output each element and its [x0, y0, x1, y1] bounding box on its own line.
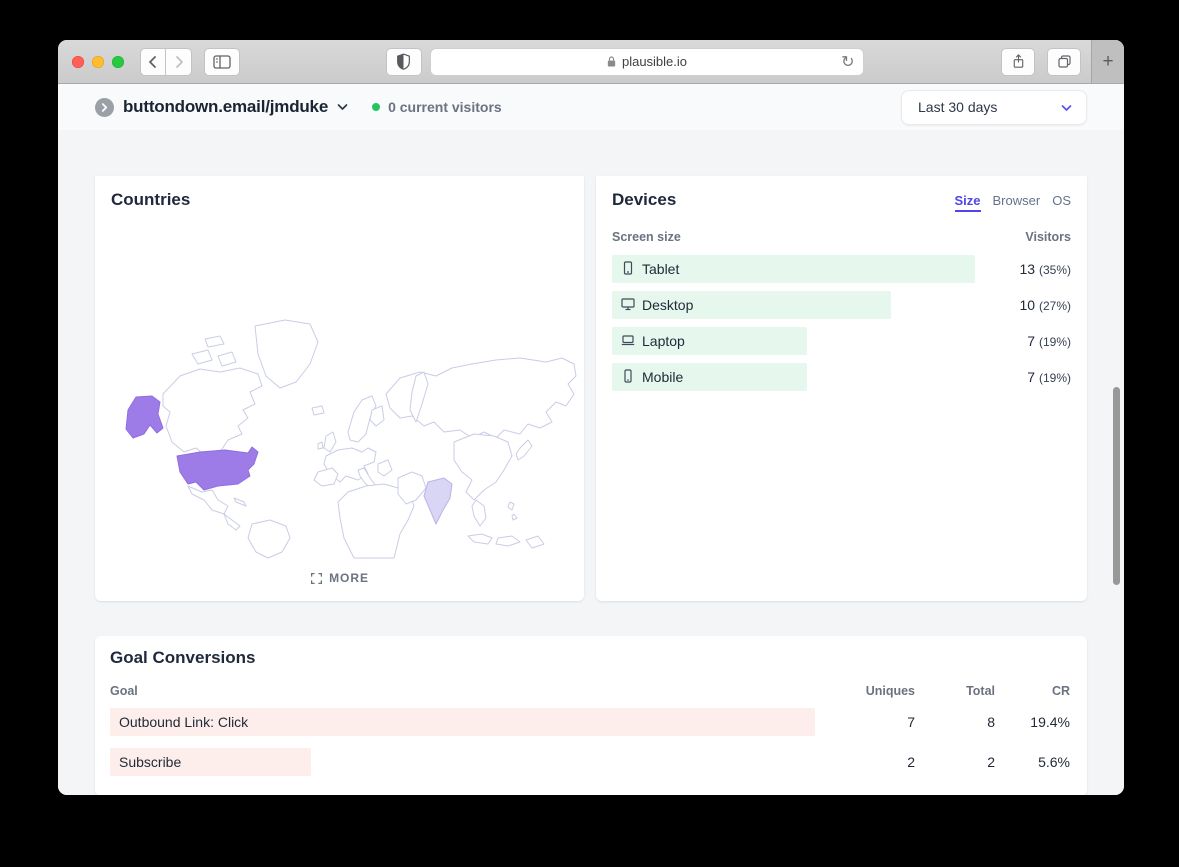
world-map-svg	[100, 314, 578, 559]
new-tab-button[interactable]: +	[1091, 40, 1124, 83]
reload-icon[interactable]: ↻	[841, 50, 854, 76]
devices-column-headers: Screen size Visitors	[612, 230, 1071, 244]
device-visitors-value: 13 (35%)	[975, 261, 1071, 277]
devices-tab-os[interactable]: OS	[1052, 193, 1071, 212]
device-label: Desktop	[642, 297, 693, 313]
goal-label: Subscribe	[119, 754, 181, 770]
goal-conversions-panel: Goal Conversions Goal Uniques Total CR O…	[95, 636, 1087, 795]
goal-total-value: 2	[915, 754, 995, 770]
goal-cr-value: 19.4%	[995, 714, 1070, 730]
site-name[interactable]: buttondown.email/jmduke	[123, 97, 328, 117]
chevron-down-icon	[1061, 99, 1072, 115]
device-row-laptop[interactable]: Laptop 7 (19%)	[612, 327, 1071, 355]
devices-tab-browser[interactable]: Browser	[993, 193, 1041, 212]
screen-size-column-label: Screen size	[612, 230, 681, 244]
total-column-label: Total	[915, 684, 995, 698]
date-range-picker[interactable]: Last 30 days	[901, 90, 1087, 125]
live-visitors-dot	[372, 103, 380, 111]
chevron-right-icon	[172, 55, 186, 69]
screenshot-stage: plausible.io ↻ +	[0, 0, 1179, 867]
goals-list: Outbound Link: Click7819.4%Subscribe225.…	[110, 708, 1070, 776]
goals-column-headers: Goal Uniques Total CR	[110, 684, 1070, 698]
device-row-tablet[interactable]: Tablet 13 (35%)	[612, 255, 1071, 283]
expand-icon	[310, 572, 323, 585]
countries-title: Countries	[111, 190, 568, 210]
current-visitors-label[interactable]: 0 current visitors	[388, 99, 502, 115]
site-switcher-chevron-icon[interactable]	[337, 98, 348, 116]
device-visitors-value: 10 (27%)	[975, 297, 1071, 313]
devices-tab-size[interactable]: Size	[955, 193, 981, 212]
goal-row-subscribe[interactable]: Subscribe225.6%	[110, 748, 1070, 776]
uniques-column-label: Uniques	[815, 684, 915, 698]
sidebar-icon	[213, 55, 231, 69]
share-icon	[1011, 53, 1026, 70]
devices-list: Tablet 13 (35%) Desktop 10 (27%) Laptop 7 (19…	[612, 255, 1071, 391]
share-button[interactable]	[1001, 48, 1035, 76]
scrollbar-thumb[interactable]	[1113, 387, 1120, 585]
device-label: Laptop	[642, 333, 685, 349]
forward-button[interactable]	[166, 48, 192, 76]
dashboard-header: buttondown.email/jmduke 0 current visito…	[58, 84, 1124, 130]
countries-more-button[interactable]: MORE	[95, 571, 584, 585]
tabs-overview-icon	[1057, 54, 1072, 69]
device-row-desktop[interactable]: Desktop 10 (27%)	[612, 291, 1071, 319]
goal-label: Outbound Link: Click	[119, 714, 248, 730]
shield-icon	[396, 53, 411, 70]
device-visitors-value: 7 (19%)	[975, 333, 1071, 349]
browser-toolbar: plausible.io ↻ +	[58, 40, 1124, 84]
visitors-column-label: Visitors	[1025, 230, 1071, 244]
sidebar-toggle-button[interactable]	[204, 48, 240, 76]
map-country-alaska	[126, 396, 163, 438]
devices-tabs: Size Browser OS	[955, 193, 1072, 212]
tablet-icon	[620, 260, 636, 279]
countries-panel: Countries	[95, 176, 584, 601]
history-nav	[140, 48, 192, 76]
minimize-window-button[interactable]	[92, 56, 104, 68]
privacy-report-button[interactable]	[386, 48, 422, 76]
site-favicon	[95, 98, 114, 117]
close-window-button[interactable]	[72, 56, 84, 68]
goal-total-value: 8	[915, 714, 995, 730]
url-text: plausible.io	[622, 54, 687, 69]
lock-icon	[606, 55, 617, 68]
map-country-united-states	[177, 447, 258, 490]
chevron-left-icon	[146, 55, 160, 69]
tab-overview-button[interactable]	[1047, 48, 1081, 76]
device-visitors-value: 7 (19%)	[975, 369, 1071, 385]
date-range-label: Last 30 days	[918, 99, 997, 115]
device-label: Mobile	[642, 369, 683, 385]
laptop-icon	[620, 332, 636, 351]
back-button[interactable]	[140, 48, 166, 76]
devices-panel: Devices Size Browser OS Screen size Visito…	[596, 176, 1087, 601]
cr-column-label: CR	[995, 684, 1070, 698]
window-controls	[72, 56, 124, 68]
goal-row-outbound-link-click[interactable]: Outbound Link: Click 7819.4%	[110, 708, 1070, 736]
device-row-mobile[interactable]: Mobile 7 (19%)	[612, 363, 1071, 391]
safari-window: plausible.io ↻ +	[58, 40, 1124, 795]
plausible-dashboard: buttondown.email/jmduke 0 current visito…	[58, 84, 1124, 795]
address-bar[interactable]: plausible.io ↻	[430, 48, 864, 76]
world-map[interactable]	[100, 314, 578, 559]
devices-title: Devices	[612, 190, 676, 210]
goal-conversions-title: Goal Conversions	[110, 648, 1070, 668]
goal-uniques-value: 7	[815, 714, 915, 730]
more-label: MORE	[329, 571, 369, 585]
plus-icon: +	[1102, 51, 1113, 73]
desktop-icon	[620, 296, 636, 315]
goal-cr-value: 5.6%	[995, 754, 1070, 770]
map-country-india	[424, 478, 452, 524]
goal-column-label: Goal	[110, 684, 815, 698]
zoom-window-button[interactable]	[112, 56, 124, 68]
goal-uniques-value: 2	[815, 754, 915, 770]
mobile-icon	[620, 368, 636, 387]
device-label: Tablet	[642, 261, 679, 277]
